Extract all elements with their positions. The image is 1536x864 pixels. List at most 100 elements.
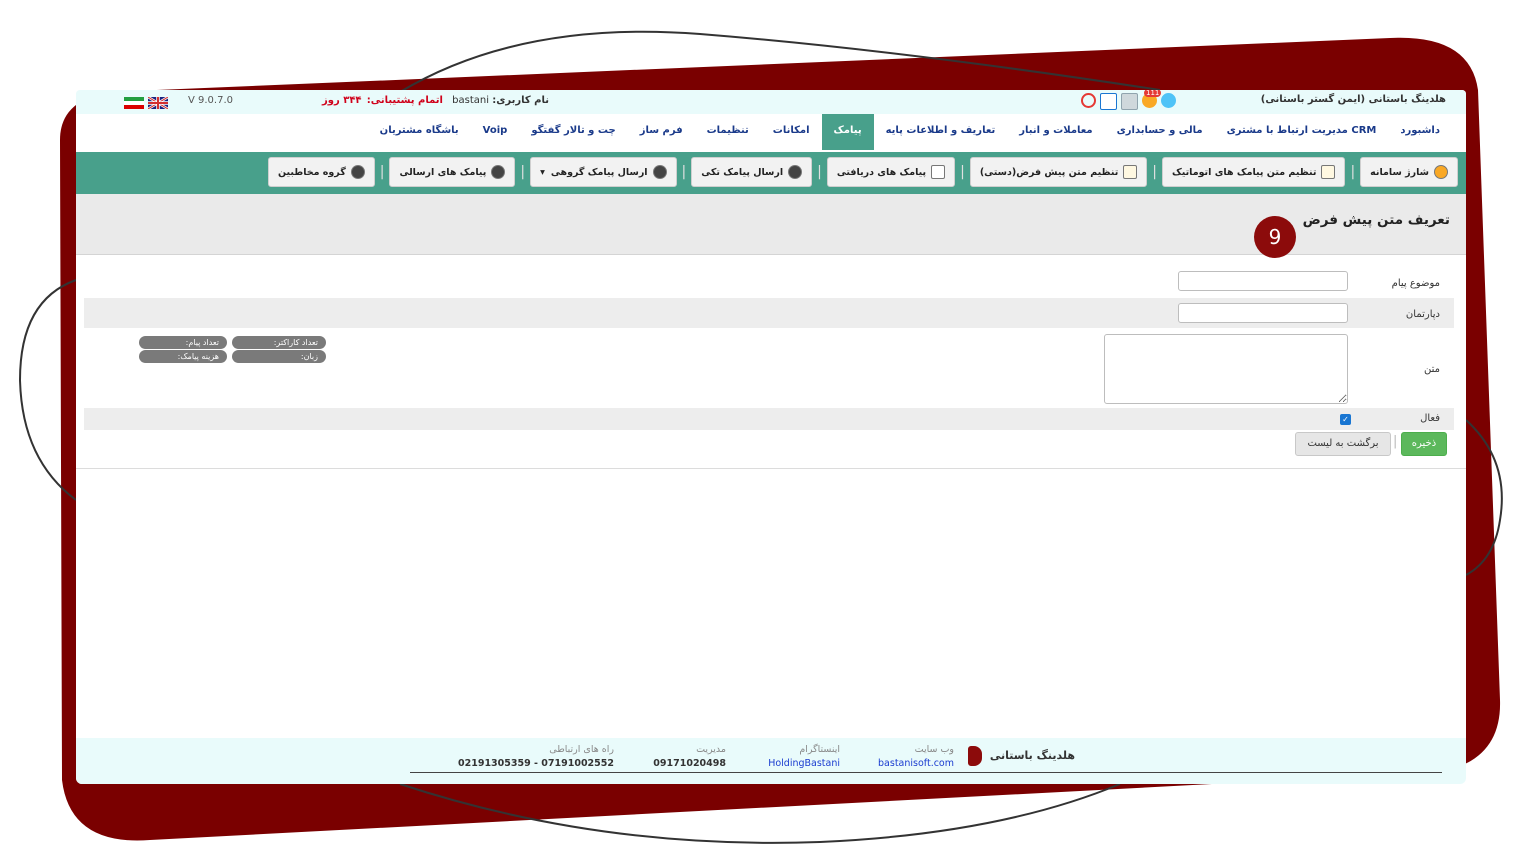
button-separator: | [1393, 434, 1398, 449]
user-icon [491, 165, 506, 179]
chat-icon[interactable] [1161, 93, 1176, 108]
iran-flag-icon[interactable] [124, 97, 144, 109]
footer-logo: هلدینگ باستانی [968, 746, 1075, 766]
toolbar-button-label: شارژ سامانه [1370, 166, 1429, 178]
menu-item-8[interactable]: فرم ساز [628, 114, 695, 150]
toolbar-button-1[interactable]: تنظیم متن پیامک های اتوماتیک [1161, 157, 1346, 187]
toolbar-separator: | [1350, 164, 1356, 180]
footer-contact-phones: 07191002552 - 02191305359 [458, 758, 614, 769]
calendar-icon[interactable] [1121, 93, 1138, 110]
menu-item-6[interactable]: امکانات [761, 114, 822, 150]
users-icon [652, 165, 667, 179]
coin-icon [1434, 165, 1448, 179]
footer-website-link[interactable]: bastanisoft.com [878, 758, 954, 769]
document-icon [1123, 165, 1138, 179]
save-button[interactable]: ذخیره [1401, 432, 1447, 456]
sms-toolbar: شارژ سامانه | تنظیم متن پیامک های اتوماتیک… [76, 152, 1466, 194]
chevron-down-icon: ▾ [540, 166, 545, 178]
task-check-icon[interactable] [1100, 93, 1117, 110]
department-row: دپارتمان [84, 298, 1454, 328]
toolbar-button-3[interactable]: پیامک های دریافتی [826, 157, 956, 187]
subscription-value: ۳۴۴ روز [322, 95, 362, 106]
toolbar-separator: | [681, 164, 687, 180]
footer-management-title: مدیریت [696, 744, 726, 755]
toolbar-button-6[interactable]: پیامک های ارسالی [389, 157, 516, 187]
text-label: متن [1424, 364, 1440, 375]
department-input[interactable] [1178, 303, 1348, 323]
toolbar-button-2[interactable]: تنظیم متن پیش فرض(دستی) [969, 157, 1148, 187]
document-icon [1321, 165, 1336, 179]
footer-instagram-link[interactable]: HoldingBastani [768, 758, 840, 769]
char-count-pill: تعداد کاراکتر: [232, 336, 326, 349]
menu-item-11[interactable]: باشگاه مشتریان [368, 114, 471, 150]
notification-bell-icon[interactable]: 111 [1142, 90, 1162, 108]
subject-input[interactable] [1178, 271, 1348, 291]
footer-logo-text: هلدینگ باستانی [989, 749, 1075, 762]
footer-website: وب سایت bastanisoft.com [878, 744, 954, 769]
username-label: نام کاربری: [492, 95, 550, 106]
subject-label: موضوع پیام [1391, 278, 1440, 289]
uk-flag-icon[interactable] [148, 97, 168, 109]
menu-item-2[interactable]: مالی و حسابداری [1105, 114, 1215, 150]
active-row: فعال ✓ [84, 408, 1454, 430]
toolbar-separator: | [817, 164, 822, 180]
toolbar-button-4[interactable]: ارسال پیامک تکی [691, 157, 813, 187]
language-pill: زبان: [232, 350, 326, 363]
toolbar-button-label: ارسال پیامک تکی [701, 166, 784, 178]
subscription-label: اتمام پشتیبانی: [366, 95, 443, 106]
top-bar: هلدینگ باستانی (ایمن گستر باستانی) 111 ن… [76, 90, 1466, 114]
company-logo-icon [968, 746, 982, 766]
footer-instagram: اینستاگرام HoldingBastani [768, 744, 840, 769]
footer-underline [410, 772, 1442, 773]
toolbar-button-label: پیامک های ارسالی [399, 166, 487, 178]
menu-item-3[interactable]: معاملات و انبار [1007, 114, 1104, 150]
toolbar-button-label: گروه مخاطبین [277, 166, 346, 178]
menu-item-4[interactable]: تعاریف و اطلاعات پایه [874, 114, 1008, 150]
footer: هلدینگ باستانی وب سایت bastanisoft.com ا… [76, 738, 1466, 784]
subject-row: موضوع پیام [84, 268, 1454, 298]
user-icon [350, 165, 365, 179]
page-title: تعریف متن پیش فرض [1302, 212, 1450, 228]
department-label: دپارتمان [1405, 309, 1440, 320]
footer-management-phone: 09171020498 [653, 758, 726, 769]
menu-item-7[interactable]: تنظیمات [695, 114, 761, 150]
app-window: هلدینگ باستانی (ایمن گستر باستانی) 111 ن… [76, 90, 1466, 784]
inbox-icon [931, 165, 946, 179]
menu-item-0[interactable]: داشبورد [1388, 114, 1452, 150]
user-icon [788, 165, 803, 179]
toolbar-separator: | [379, 164, 385, 180]
active-label: فعال [1420, 413, 1440, 424]
toolbar-button-label: تنظیم متن پیامک های اتوماتیک [1171, 166, 1317, 178]
toolbar-button-0[interactable]: شارژ سامانه [1360, 157, 1458, 187]
menu-item-1[interactable]: مدیریت ارتباط با مشتری CRM [1215, 114, 1389, 150]
toolbar-button-label: پیامک های دریافتی [836, 166, 927, 178]
menu-item-10[interactable]: Voip [471, 114, 520, 150]
active-checkbox[interactable]: ✓ [1340, 414, 1351, 425]
text-row: متن تعداد کاراکتر: تعداد پیام: زبان: هزی… [84, 328, 1454, 408]
footer-contact: راه های ارتباطی 07191002552 - 0219130535… [458, 744, 614, 769]
toolbar-button-label: تنظیم متن پیش فرض(دستی) [979, 166, 1119, 178]
msg-count-pill: تعداد پیام: [139, 336, 227, 349]
top-icons: 111 [1081, 90, 1176, 110]
power-icon[interactable] [1081, 93, 1096, 108]
toolbar-button-5[interactable]: ارسال پیامک گروهی ▾ [530, 157, 677, 187]
message-textarea[interactable] [1104, 334, 1348, 404]
main-menu: داشبورد مدیریت ارتباط با مشتری CRM مالی و … [76, 114, 1466, 152]
back-to-list-button[interactable]: برگشت به لیست [1295, 432, 1391, 456]
menu-item-9[interactable]: چت و تالار گفتگو [519, 114, 627, 150]
cost-pill: هزینه پیامک: [139, 350, 227, 363]
step-badge: 9 [1254, 216, 1296, 258]
company-name: هلدینگ باستانی (ایمن گستر باستانی) [1260, 94, 1446, 105]
footer-website-title: وب سایت [914, 744, 954, 755]
username: bastani [452, 95, 490, 106]
footer-management: مدیریت 09171020498 [653, 744, 726, 769]
footer-instagram-title: اینستاگرام [799, 744, 840, 755]
toolbar-button-7[interactable]: گروه مخاطبین [267, 157, 375, 187]
toolbar-separator: | [1152, 164, 1157, 180]
footer-contact-title: راه های ارتباطی [549, 744, 614, 755]
toolbar-separator: | [960, 164, 965, 180]
user-info: نام کاربری: bastani اتمام پشتیبانی: ۳۴۴ … [322, 95, 549, 106]
notification-count: 111 [1144, 90, 1162, 97]
toolbar-button-label: ارسال پیامک گروهی [550, 166, 648, 178]
menu-item-5[interactable]: پیامک [821, 114, 874, 150]
